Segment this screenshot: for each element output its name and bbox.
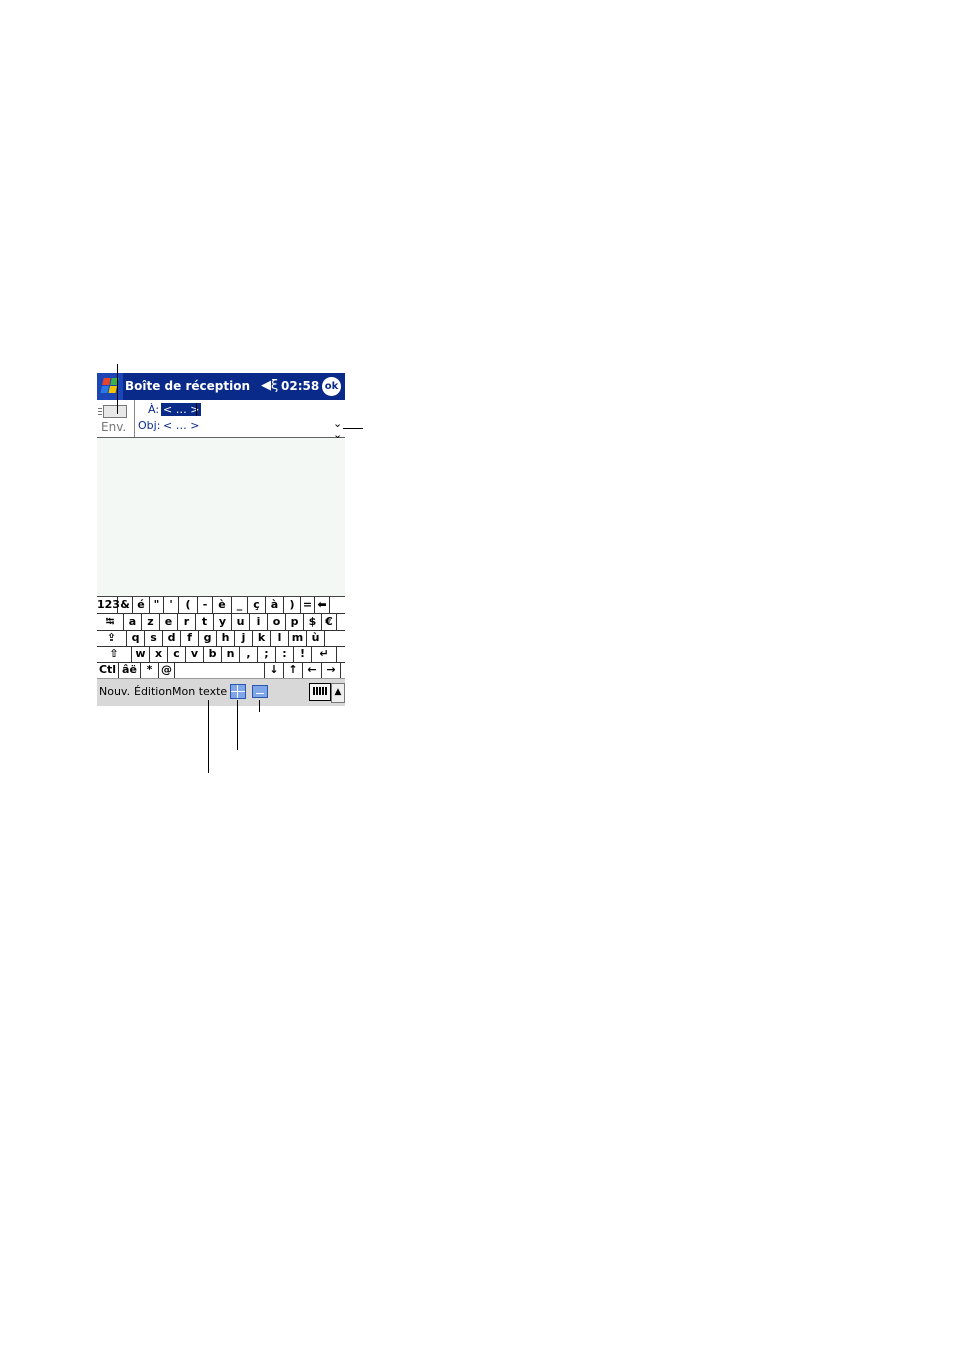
key[interactable]: z: [142, 614, 160, 630]
speaker-icon[interactable]: ◀ξ: [261, 379, 278, 393]
key[interactable]: n: [222, 646, 240, 662]
envelope-icon: [98, 405, 127, 418]
key[interactable]: p: [286, 614, 304, 630]
key[interactable]: c: [168, 646, 186, 662]
key[interactable]: ): [284, 597, 301, 613]
key[interactable]: ↵: [312, 646, 337, 662]
key[interactable]: ': [164, 597, 179, 613]
menu-edit[interactable]: Édition: [134, 685, 172, 698]
soft-keyboard: 123 & é " '(- è _ ç à) = ⬅ ⭾ a z e r t y u i o p $ € ⇪ q s d f g h j k…: [97, 596, 345, 679]
key[interactable]: d: [163, 630, 181, 646]
key[interactable]: :: [276, 646, 294, 662]
key[interactable]: →: [322, 662, 341, 678]
subject-label: Obj:: [138, 419, 161, 432]
menu-bar: Nouv. Édition Mon texte ▲: [97, 678, 345, 706]
key[interactable]: _: [232, 597, 248, 613]
clock[interactable]: 02:58: [281, 379, 319, 393]
keyboard-row-4: ⇧ w x c v b n,;:! ↵: [97, 646, 345, 663]
key[interactable]: €: [322, 614, 337, 630]
key[interactable]: âë: [119, 662, 141, 678]
key[interactable]: ù: [307, 630, 325, 646]
menu-my-text[interactable]: Mon texte: [172, 685, 227, 698]
key[interactable]: ↑: [284, 662, 303, 678]
start-button[interactable]: [97, 373, 123, 400]
window-title: Boîte de réception: [125, 379, 250, 393]
key[interactable]: =: [301, 597, 315, 613]
key[interactable]: a: [124, 614, 142, 630]
key[interactable]: j: [235, 630, 253, 646]
keyboard-row-3: ⇪ q s d f g h j k l m ù: [97, 630, 345, 647]
key[interactable]: e: [160, 614, 178, 630]
pocket-pc-screen: Boîte de réception ◀ξ 02:58 ok Env. À: <…: [97, 373, 345, 706]
ok-button[interactable]: ok: [322, 377, 341, 396]
callout-line-input-mode: [237, 700, 238, 750]
message-header: Env. À: < … > Obj: < … > ⌄ ⌄: [97, 400, 345, 440]
key[interactable]: 123: [97, 597, 120, 613]
key[interactable]: ⬅: [315, 597, 330, 613]
key[interactable]: ,: [240, 646, 258, 662]
key[interactable]: x: [150, 646, 168, 662]
key[interactable]: l: [271, 630, 289, 646]
send-button[interactable]: Env.: [97, 400, 135, 437]
callout-line-expand: [343, 428, 363, 429]
key[interactable]: !: [294, 646, 312, 662]
key[interactable]: h: [217, 630, 235, 646]
key[interactable]: é: [133, 597, 150, 613]
key[interactable]: à: [266, 597, 284, 613]
recording-icon[interactable]: [252, 685, 268, 698]
key[interactable]: g: [199, 630, 217, 646]
key[interactable]: -: [198, 597, 213, 613]
send-label: Env.: [101, 420, 127, 434]
key[interactable]: i: [250, 614, 268, 630]
text-cursor: [196, 403, 197, 416]
key[interactable]: q: [127, 630, 145, 646]
key[interactable]: ←: [303, 662, 322, 678]
key[interactable]: ⭾: [97, 614, 124, 630]
key[interactable]: (: [179, 597, 198, 613]
key[interactable]: y: [214, 614, 232, 630]
key[interactable]: r: [178, 614, 196, 630]
key[interactable]: ⇪: [97, 630, 127, 646]
key[interactable]: f: [181, 630, 199, 646]
key[interactable]: u: [232, 614, 250, 630]
keyboard-icon[interactable]: [309, 683, 331, 701]
keyboard-row-2: ⭾ a z e r t y u i o p $ €: [97, 614, 345, 631]
callout-line-recording: [259, 700, 260, 712]
key[interactable]: &: [118, 597, 133, 613]
to-label: À:: [148, 403, 160, 416]
key[interactable]: [175, 662, 265, 678]
title-bar: Boîte de réception ◀ξ 02:58 ok: [97, 373, 345, 400]
input-mode-icon[interactable]: [230, 684, 246, 699]
message-body[interactable]: [97, 438, 345, 596]
subject-field[interactable]: < … >: [163, 419, 199, 432]
callout-line-send: [117, 364, 118, 414]
key[interactable]: v: [186, 646, 204, 662]
expand-header-icon[interactable]: ⌄ ⌄: [333, 418, 342, 440]
key[interactable]: @: [159, 662, 175, 678]
key[interactable]: o: [268, 614, 286, 630]
key[interactable]: Ctl: [97, 662, 119, 678]
key[interactable]: w: [132, 646, 150, 662]
key[interactable]: *: [141, 662, 159, 678]
key[interactable]: b: [204, 646, 222, 662]
key[interactable]: ;: [258, 646, 276, 662]
key[interactable]: ç: [248, 597, 266, 613]
key[interactable]: t: [196, 614, 214, 630]
key[interactable]: ↓: [265, 662, 284, 678]
key[interactable]: m: [289, 630, 307, 646]
key[interactable]: ": [150, 597, 164, 613]
callout-line-mytext: [208, 700, 209, 773]
input-selector-arrow[interactable]: ▲: [331, 683, 345, 703]
key[interactable]: è: [213, 597, 232, 613]
key[interactable]: k: [253, 630, 271, 646]
menu-new[interactable]: Nouv.: [99, 685, 130, 698]
keyboard-row-5: Ctl âë * @ ↓ ↑ ← →: [97, 662, 345, 679]
key[interactable]: $: [304, 614, 322, 630]
key[interactable]: ⇧: [97, 646, 132, 662]
key[interactable]: s: [145, 630, 163, 646]
keyboard-row-1: 123 & é " '(- è _ ç à) = ⬅: [97, 597, 345, 614]
